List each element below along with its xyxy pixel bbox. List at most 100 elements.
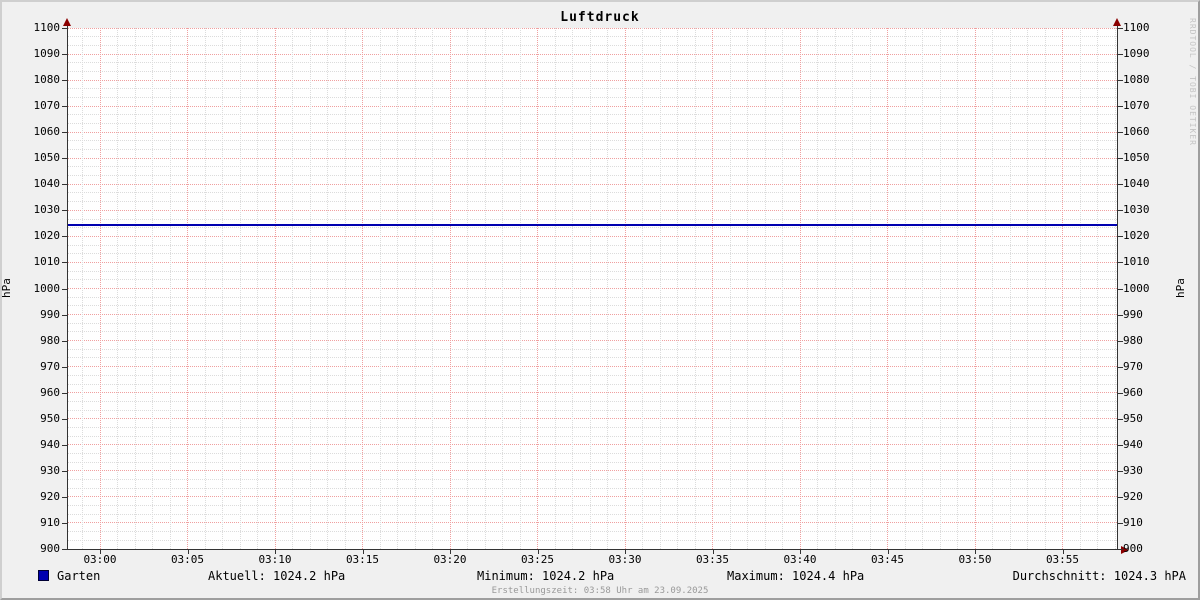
y-tick-label-left: 920 xyxy=(40,489,60,503)
gridline-h-major xyxy=(67,444,1117,446)
gridline-v-minor xyxy=(642,28,643,549)
gridline-v-minor xyxy=(414,28,416,549)
gridline-h-major xyxy=(67,131,1117,133)
y-tick-label-right: 960 xyxy=(1123,385,1143,399)
x-tick-label: 03:10 xyxy=(258,553,292,566)
y-tick-label-right: 930 xyxy=(1123,463,1143,477)
gridline-v-minor xyxy=(1079,28,1081,549)
gridline-h-minor xyxy=(67,452,1117,454)
y-axis-right xyxy=(1117,26,1118,550)
gridline-h-minor xyxy=(67,70,1117,72)
gridline-h-major xyxy=(67,496,1117,498)
y-tick-label-left: 930 xyxy=(40,463,60,477)
y-tick-label-right: 910 xyxy=(1123,515,1143,529)
gridline-h-minor xyxy=(67,279,1117,281)
y-axis-arrow-right xyxy=(1113,18,1121,26)
gridline-h-major xyxy=(67,157,1117,159)
gridline-v-minor xyxy=(589,28,591,549)
chart-title: Luftdruck xyxy=(560,10,640,25)
gridline-h-minor xyxy=(67,270,1117,272)
gridline-h-minor xyxy=(67,149,1117,151)
gridline-v-minor xyxy=(677,28,678,549)
gridline-h-minor xyxy=(67,305,1117,307)
gridline-h-major xyxy=(67,366,1117,368)
y-tick-label-right: 1020 xyxy=(1123,229,1150,243)
y-tick-label-right: 1050 xyxy=(1123,151,1150,165)
y-tick-label-right: 1010 xyxy=(1123,255,1150,269)
gridline-v-minor xyxy=(852,28,853,549)
y-tick-label-right: 900 xyxy=(1123,542,1143,555)
gridline-h-minor xyxy=(67,201,1117,203)
gridline-h-major xyxy=(67,340,1117,342)
x-tick-label: 03:00 xyxy=(83,553,117,566)
y-tick-label-left: 1080 xyxy=(33,73,61,87)
gridline-h-minor xyxy=(67,88,1117,90)
y-tick-label-right: 1000 xyxy=(1123,281,1150,295)
y-tick-label-left: 1040 xyxy=(33,177,61,191)
gridline-h-minor xyxy=(67,426,1117,428)
gridline-h-minor xyxy=(67,531,1117,533)
gridline-h-minor xyxy=(67,62,1117,64)
gridline-v-minor xyxy=(327,28,328,549)
gridline-h-major xyxy=(67,209,1117,211)
gridline-h-minor xyxy=(67,348,1117,350)
y-tick-label-right: 980 xyxy=(1123,333,1143,347)
gridline-v-minor xyxy=(222,28,223,549)
gridline-v-minor xyxy=(502,28,503,549)
gridline-v-minor xyxy=(204,28,206,549)
gridline-v-minor xyxy=(1114,28,1116,549)
x-tick-label: 03:25 xyxy=(520,553,555,566)
gridline-h-major xyxy=(67,288,1117,289)
gridline-v-major xyxy=(799,28,801,549)
y-tick-label-left: 940 xyxy=(40,437,60,451)
y-tick-label-right: 1080 xyxy=(1123,73,1150,87)
gridline-v-minor xyxy=(1009,28,1011,549)
gridline-h-minor xyxy=(67,114,1117,116)
gridline-v-major xyxy=(274,28,276,549)
gridline-h-minor xyxy=(67,296,1117,298)
gridline-h-minor xyxy=(67,140,1117,142)
x-tick-label: 03:05 xyxy=(170,553,205,566)
gridline-h-minor xyxy=(67,357,1117,359)
gridline-v-minor xyxy=(1044,28,1046,549)
y-tick-label-left: 1030 xyxy=(33,203,61,217)
gridline-v-minor xyxy=(309,28,311,549)
gridline-h-minor xyxy=(67,166,1117,168)
gridline-v-minor xyxy=(554,28,556,549)
x-tick-label: 03:35 xyxy=(695,553,730,566)
gridline-v-minor xyxy=(782,28,783,549)
gridline-v-minor xyxy=(572,28,573,549)
gridline-h-minor xyxy=(67,383,1117,385)
gridline-h-minor xyxy=(67,409,1117,411)
y-tick-label-right: 1030 xyxy=(1123,203,1150,217)
gridline-v-major xyxy=(449,28,451,549)
gridline-v-minor xyxy=(397,28,398,549)
y-tick-label-left: 900 xyxy=(40,542,60,555)
y-tick-label-left: 1090 xyxy=(33,47,61,61)
gridline-h-minor xyxy=(67,36,1117,38)
gridline-v-major xyxy=(974,28,976,549)
gridline-v-minor xyxy=(764,28,766,549)
rrdtool-pressure-graph: Luftdruck hPa hPa RRDTOOL / TOBI OETIKER… xyxy=(0,0,1200,600)
gridline-h-minor xyxy=(67,227,1117,229)
gridline-v-minor xyxy=(694,28,696,549)
y-tick-label-right: 1040 xyxy=(1123,177,1150,191)
gridline-v-minor xyxy=(344,28,346,549)
gridline-v-minor xyxy=(904,28,906,549)
gridline-h-minor xyxy=(67,175,1117,177)
y-tick-label-right: 1070 xyxy=(1123,99,1150,113)
y-tick-label-left: 1100 xyxy=(33,21,61,34)
y-tick-label-right: 920 xyxy=(1123,489,1143,503)
gridline-h-major xyxy=(67,392,1117,394)
gridline-v-minor xyxy=(957,28,958,549)
legend-stat-durchschnitt: Durchschnitt: 1024.3 hPA xyxy=(1012,569,1186,583)
gridline-h-minor xyxy=(67,513,1117,515)
legend-stat-aktuell: Aktuell: 1024.2 hPa xyxy=(208,569,346,583)
gridline-v-minor xyxy=(169,28,171,549)
gridline-v-major xyxy=(712,28,713,549)
gridline-v-minor xyxy=(152,28,153,549)
rrdtool-watermark: RRDTOOL / TOBI OETIKER xyxy=(1188,18,1197,146)
y-tick-label-right: 1100 xyxy=(1123,21,1150,34)
gridline-h-major xyxy=(67,314,1117,316)
gridline-v-minor xyxy=(432,28,433,549)
